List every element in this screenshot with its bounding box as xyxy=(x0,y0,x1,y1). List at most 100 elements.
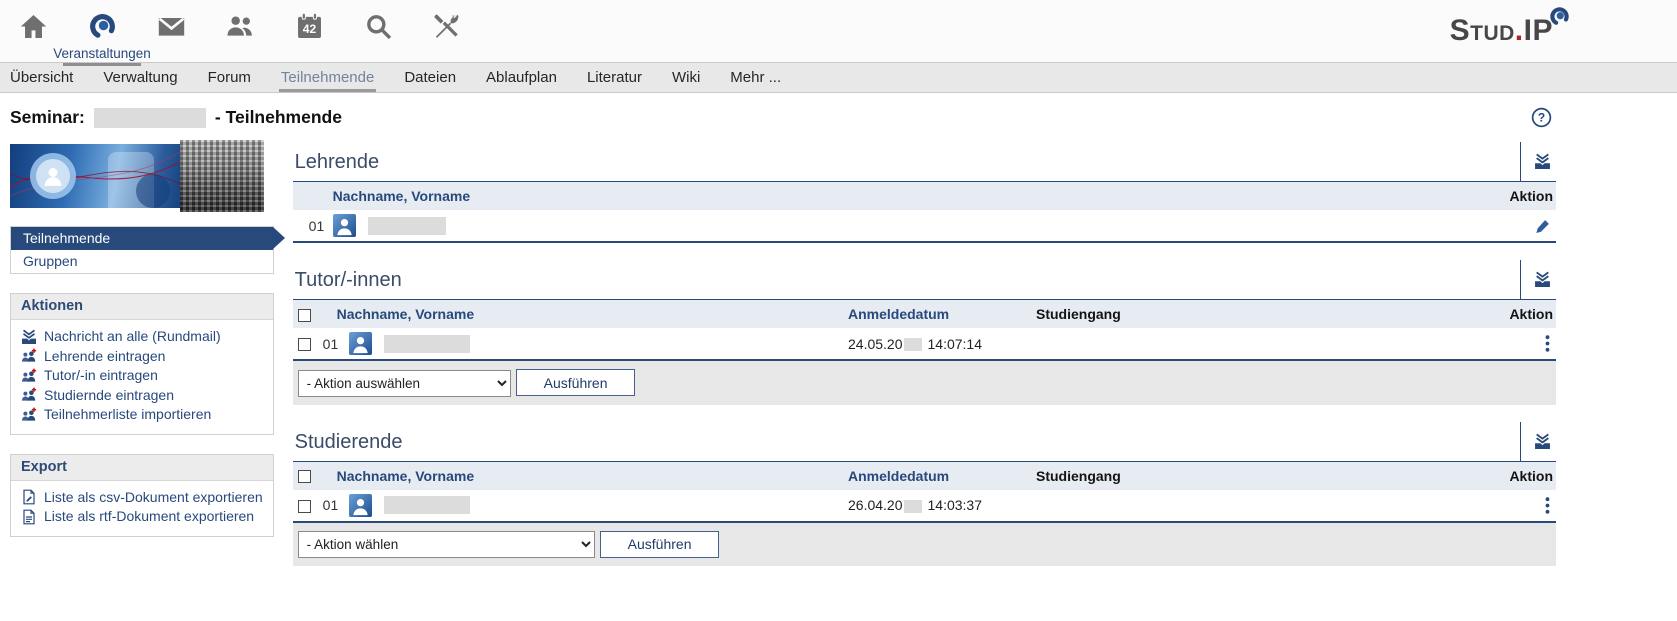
actions-widget-title: Aktionen xyxy=(11,294,273,320)
export-csv[interactable]: Liste als csv-Dokument exportieren xyxy=(21,488,263,508)
mail-all-icon xyxy=(21,329,37,345)
tab-wiki[interactable]: Wiki xyxy=(672,63,700,92)
banner-avatar-icon xyxy=(30,153,76,199)
row-index: 01 xyxy=(323,490,349,522)
messages-icon[interactable] xyxy=(156,12,186,42)
action-teilnehmerliste-importieren[interactable]: Teilnehmerliste importieren xyxy=(21,405,263,425)
person-add-icon xyxy=(21,368,37,384)
redacted-year xyxy=(904,338,922,351)
select-all-checkbox[interactable] xyxy=(298,309,311,322)
main-content: Lehrende Nachname, Vorname Aktion xyxy=(293,138,1556,566)
col-header-name[interactable]: Nachname, Vorname xyxy=(293,182,1476,210)
page-title-suffix: - Teilnehmende xyxy=(215,107,342,128)
col-header-studiengang: Studiengang xyxy=(1036,300,1476,328)
tab-teilnehmende[interactable]: Teilnehmende xyxy=(281,63,374,92)
tools-icon[interactable] xyxy=(432,12,462,42)
mail-to-all-button[interactable] xyxy=(1520,422,1556,461)
col-header-action: Aktion xyxy=(1476,462,1556,490)
mail-all-icon xyxy=(1534,271,1551,288)
col-header-anmeldedatum[interactable]: Anmeldedatum xyxy=(848,462,1036,490)
mail-to-all-button[interactable] xyxy=(1520,260,1556,299)
home-icon[interactable] xyxy=(18,12,48,42)
kebab-menu-icon[interactable] xyxy=(1545,335,1550,352)
section-studierende: Studierende Nachname, Vorname Anmeldedat… xyxy=(293,422,1556,567)
section-tutoren: Tutor/-innen Nachname, Vorname Anmeldeda… xyxy=(293,260,1556,405)
topbar: Veranstaltungen 42 Stud.IP xyxy=(0,0,1677,62)
sidebar-item-gruppen[interactable]: Gruppen xyxy=(11,250,273,273)
avatar[interactable] xyxy=(349,332,372,355)
signup-date: 26.04.20 xyxy=(848,497,903,513)
community-icon[interactable] xyxy=(225,12,255,42)
avatar[interactable] xyxy=(349,494,372,517)
mail-all-icon xyxy=(1534,153,1551,170)
help-icon[interactable]: ? xyxy=(1531,107,1552,128)
execute-button[interactable]: Ausführen xyxy=(600,531,720,558)
section-title-lehrende: Lehrende xyxy=(293,142,1520,181)
export-widget-title: Export xyxy=(11,455,273,481)
sidebar-item-teilnehmende[interactable]: Teilnehmende xyxy=(11,227,273,250)
person-add-icon xyxy=(21,407,37,423)
bulk-action-bar: - Aktion auswählen Ausführen xyxy=(293,360,1556,405)
col-header-action: Aktion xyxy=(1476,300,1556,328)
action-lehrende-eintragen[interactable]: Lehrende eintragen xyxy=(21,347,263,367)
active-topbar-label[interactable]: Veranstaltungen xyxy=(53,46,151,61)
search-icon[interactable] xyxy=(363,12,393,42)
mail-all-icon xyxy=(1534,433,1551,450)
section-title-tutoren: Tutor/-innen xyxy=(293,260,1520,299)
person-add-icon xyxy=(21,348,37,364)
col-header-name[interactable]: Nachname, Vorname xyxy=(323,300,848,328)
tab-ablaufplan[interactable]: Ablaufplan xyxy=(486,63,557,92)
tab-verwaltung[interactable]: Verwaltung xyxy=(103,63,177,92)
page-title: Seminar: - Teilnehmende ? xyxy=(0,93,1677,138)
export-rtf[interactable]: Liste als rtf-Dokument exportieren xyxy=(21,507,263,527)
studierende-table: Nachname, Vorname Anmeldedatum Studienga… xyxy=(293,462,1556,567)
studiengang-cell xyxy=(1036,490,1476,522)
signup-time: 14:07:14 xyxy=(928,336,983,352)
banner-abstract-art xyxy=(10,144,180,208)
tab-forum[interactable]: Forum xyxy=(208,63,251,92)
file-edit-icon xyxy=(21,489,37,505)
schedule-icon[interactable]: 42 xyxy=(294,12,324,42)
mail-to-all-button[interactable] xyxy=(1520,142,1556,181)
avatar[interactable] xyxy=(333,214,356,237)
table-row: 01 26.04.20 14:03:37 xyxy=(293,490,1556,522)
tab-mehr[interactable]: Mehr ... xyxy=(730,63,781,92)
schedule-week-badge: 42 xyxy=(302,22,316,36)
courses-icon[interactable]: Veranstaltungen xyxy=(87,12,117,42)
bulk-action-bar: - Aktion wählen Ausführen xyxy=(293,522,1556,567)
row-checkbox[interactable] xyxy=(298,500,311,513)
col-header-anmeldedatum[interactable]: Anmeldedatum xyxy=(848,300,1036,328)
file-text-icon xyxy=(21,509,37,525)
col-header-studiengang: Studiengang xyxy=(1036,462,1476,490)
section-lehrende: Lehrende Nachname, Vorname Aktion xyxy=(293,142,1556,243)
action-rundmail[interactable]: Nachricht an alle (Rundmail) xyxy=(21,327,263,347)
person-add-icon xyxy=(21,387,37,403)
redacted-name xyxy=(384,335,470,353)
logo-dot: . xyxy=(1515,14,1524,47)
row-index: 01 xyxy=(323,328,349,360)
section-title-studierende: Studierende xyxy=(293,422,1520,461)
events-ring-icon xyxy=(88,12,117,41)
action-tutor-eintragen[interactable]: Tutor/-in eintragen xyxy=(21,366,263,386)
tab-literatur[interactable]: Literatur xyxy=(587,63,642,92)
bulk-action-select[interactable]: - Aktion wählen xyxy=(298,531,595,558)
edit-icon[interactable] xyxy=(1535,219,1550,234)
col-header-name[interactable]: Nachname, Vorname xyxy=(323,462,848,490)
tab-dateien[interactable]: Dateien xyxy=(404,63,456,92)
kebab-menu-icon[interactable] xyxy=(1545,497,1550,514)
course-banner-image xyxy=(10,144,274,208)
studip-logo: Stud.IP xyxy=(1450,14,1553,48)
bulk-action-select[interactable]: - Aktion auswählen xyxy=(298,370,511,397)
action-studierende-eintragen[interactable]: Studiernde eintragen xyxy=(21,386,263,406)
redacted-course-name xyxy=(94,108,206,128)
svg-text:?: ? xyxy=(1538,111,1545,125)
redacted-name xyxy=(368,217,446,235)
logo-text: Stud xyxy=(1450,14,1515,47)
execute-button[interactable]: Ausführen xyxy=(516,369,636,396)
row-checkbox[interactable] xyxy=(298,338,311,351)
signup-date: 24.05.20 xyxy=(848,336,903,352)
signup-time: 14:03:37 xyxy=(928,497,983,513)
tab-uebersicht[interactable]: Übersicht xyxy=(10,63,73,92)
redacted-year xyxy=(904,500,922,513)
select-all-checkbox[interactable] xyxy=(298,470,311,483)
